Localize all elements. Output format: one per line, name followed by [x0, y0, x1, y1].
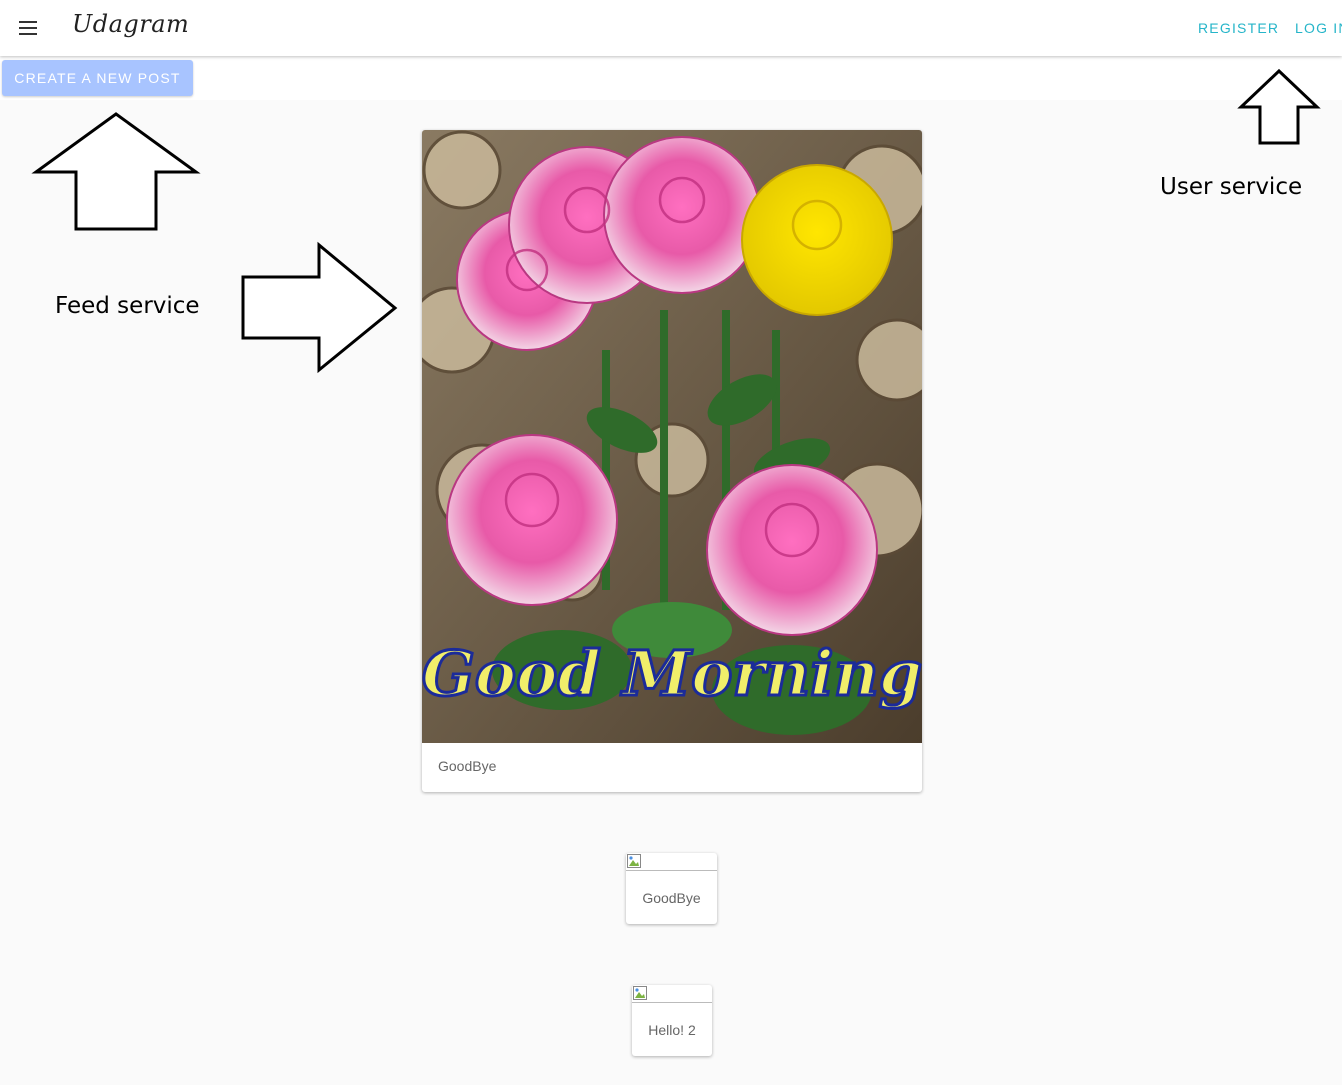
feed-item-card: Hello! 2: [632, 985, 712, 1056]
login-link[interactable]: LOG IN: [1295, 20, 1342, 36]
register-link[interactable]: REGISTER: [1198, 20, 1279, 36]
image-overlay-text: Good Morning: [422, 637, 922, 710]
broken-image-icon: [633, 986, 647, 1000]
feed-item-card: GoodBye: [626, 853, 717, 924]
broken-image-icon: [627, 854, 641, 868]
feed-item-caption: GoodBye: [438, 758, 497, 774]
feed-item-image[interactable]: Good Morning: [422, 130, 922, 743]
app-toolbar: Udagram REGISTER LOG IN: [0, 0, 1342, 56]
feed-right-arrow-icon: [241, 241, 398, 374]
feed-item-caption: Hello! 2: [648, 1022, 696, 1038]
feed-item-card: Good Morning GoodBye: [422, 130, 922, 792]
broken-image-placeholder[interactable]: [632, 985, 712, 1003]
user-service-label: User service: [1160, 174, 1303, 200]
hamburger-menu-icon[interactable]: [16, 16, 40, 40]
app-title: Udagram: [72, 10, 190, 38]
create-post-button[interactable]: CREATE A NEW POST: [2, 60, 193, 96]
broken-image-placeholder[interactable]: [626, 853, 717, 871]
create-post-bar: [0, 56, 1342, 100]
feed-service-label: Feed service: [55, 293, 200, 319]
feed-item-caption: GoodBye: [642, 890, 701, 906]
feed-up-arrow-icon: [31, 112, 201, 231]
user-up-arrow-icon: [1237, 68, 1321, 145]
